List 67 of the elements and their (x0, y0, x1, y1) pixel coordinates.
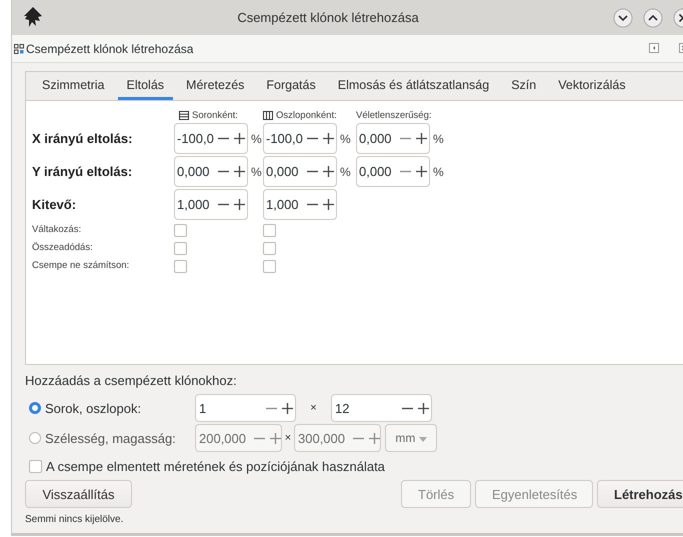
radio-button[interactable] (29, 402, 41, 414)
spin-field[interactable]: 1,000 (174, 189, 248, 220)
unit-label: % (340, 164, 351, 178)
plus-icon[interactable] (322, 199, 334, 210)
column-heading: Véletlenszerűség: (356, 110, 432, 121)
minimize-button[interactable] (613, 8, 633, 28)
window-title: Csempézett klónok létrehozása (236, 10, 420, 25)
plus-icon[interactable] (282, 402, 292, 414)
tab[interactable]: Vektorizálás (549, 72, 635, 100)
spin-field[interactable]: 12 (331, 394, 432, 422)
unit-label: % (251, 132, 262, 146)
checkbox[interactable] (263, 224, 276, 236)
maximize-button[interactable] (643, 8, 663, 28)
plus-icon[interactable] (234, 199, 244, 210)
columns-icon (263, 111, 273, 120)
section-heading: Hozzáadás a csempézett klónokhoz: (25, 373, 238, 388)
row-label: Csempe ne számítson: (32, 259, 130, 273)
spin-field[interactable]: -100,0 (263, 123, 337, 154)
times-sign: × (284, 432, 292, 444)
panel-title: Csempézett klónok létrehozása (26, 42, 194, 56)
times-sign: × (309, 402, 318, 414)
unit-label: % (433, 132, 444, 146)
row-label: Váltakozás: (32, 223, 82, 237)
caret-icon (418, 437, 427, 442)
plus-icon[interactable] (322, 133, 334, 144)
plus-icon[interactable] (234, 133, 244, 144)
grid-icon (14, 44, 24, 54)
status-text: Semmi nincs kijelölve. (25, 514, 124, 525)
plus-icon[interactable] (416, 166, 426, 177)
spin-field[interactable]: 1,000 (263, 189, 337, 220)
checkbox[interactable] (263, 242, 276, 254)
spin-field[interactable]: -100,0 (174, 123, 248, 154)
dock-button[interactable] (649, 43, 659, 53)
unit-label: % (340, 132, 351, 146)
tab[interactable]: Forgatás (257, 72, 325, 100)
spin-field[interactable]: 0,000 (356, 123, 430, 154)
column-heading: Soronként: (192, 110, 238, 121)
unit-label: % (251, 164, 262, 178)
checkbox-label: A csempe elmentett méretének és pozíciójának használata (46, 458, 385, 474)
tab[interactable]: Elmosás és átlátszatlanság (328, 72, 498, 100)
unit-label: % (433, 164, 444, 178)
checkbox[interactable] (29, 460, 42, 472)
spin-field[interactable]: 0,000 (263, 156, 337, 187)
row-label: X irányú eltolás: (32, 130, 134, 148)
tab[interactable]: Szimmetria (26, 72, 114, 100)
spin-field[interactable]: 0,000 (356, 156, 430, 187)
row-label: Összeadódás: (32, 241, 94, 255)
tab[interactable]: Méretezés (177, 72, 254, 100)
column-heading: Oszloponként: (276, 110, 337, 121)
row-label: Y irányú eltolás: (32, 163, 134, 181)
spin-field[interactable]: 1 (195, 394, 296, 422)
checkbox[interactable] (174, 242, 187, 254)
plus-icon[interactable] (418, 402, 428, 414)
option-label: Sorok, oszlopok: (45, 400, 142, 416)
plus-icon[interactable] (416, 133, 426, 144)
dialog-button[interactable]: Visszaállítás (25, 480, 132, 508)
tab[interactable]: Szín (502, 72, 546, 100)
rows-icon (179, 111, 189, 120)
checkbox[interactable] (174, 224, 187, 236)
plus-icon[interactable] (322, 166, 334, 177)
plus-icon[interactable] (234, 166, 244, 177)
dialog-button[interactable]: Létrehozás (597, 480, 683, 508)
row-label: Kitevő: (32, 196, 78, 214)
checkbox[interactable] (263, 260, 276, 272)
spin-field[interactable]: 0,000 (174, 156, 248, 187)
checkbox[interactable] (174, 260, 187, 272)
option-label: Szélesség, magasság: (45, 430, 176, 446)
